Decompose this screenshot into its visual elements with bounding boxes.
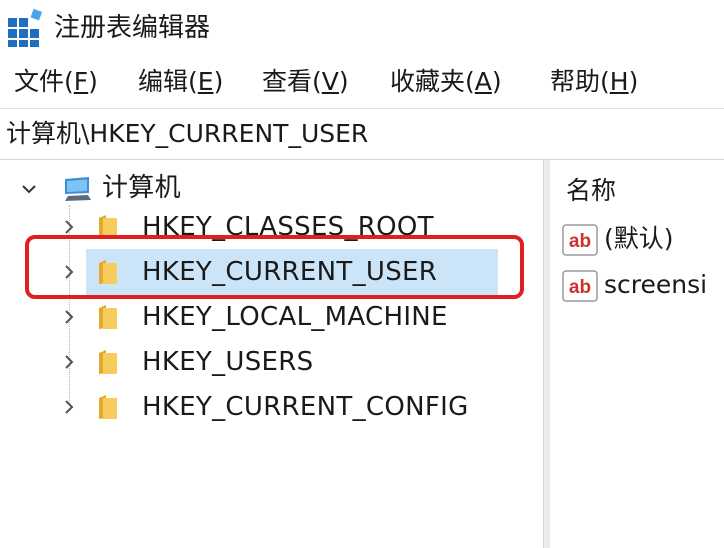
column-header-name[interactable]: 名称 <box>566 174 616 208</box>
pane-splitter[interactable] <box>543 160 550 548</box>
value-name: screensi <box>604 270 708 299</box>
folder-icon <box>99 350 117 374</box>
title-bar: 注册表编辑器 <box>0 0 724 58</box>
tree-item-label: HKEY_USERS <box>142 347 314 377</box>
chevron-right-icon[interactable] <box>62 220 76 234</box>
menu-bar: 文件(F) 编辑(E) 查看(V) 收藏夹(A) 帮助(H) <box>0 60 724 106</box>
registry-editor-icon <box>8 8 43 47</box>
tree-item-hkey-current-config[interactable]: HKEY_CURRENT_CONFIG <box>0 386 543 430</box>
menu-file[interactable]: 文件(F) <box>14 64 98 100</box>
string-value-icon: ab <box>562 270 598 302</box>
chevron-down-icon[interactable] <box>22 182 36 196</box>
chevron-right-icon[interactable] <box>62 400 76 414</box>
folder-icon <box>99 305 117 329</box>
address-path[interactable]: 计算机\HKEY_CURRENT_USER <box>6 117 368 151</box>
menu-favorites[interactable]: 收藏夹(A) <box>390 64 502 100</box>
window-title: 注册表编辑器 <box>54 13 211 43</box>
value-name: (默认) <box>604 224 674 253</box>
tree-item-label: HKEY_LOCAL_MACHINE <box>142 302 448 332</box>
menu-edit[interactable]: 编辑(E) <box>138 64 223 100</box>
annotation-highlight-box <box>25 235 524 299</box>
tree-root-label: 计算机 <box>102 173 181 203</box>
svg-text:ab: ab <box>569 231 591 252</box>
string-value-icon: ab <box>562 224 598 256</box>
value-row[interactable]: ab screensi <box>560 268 724 308</box>
chevron-right-icon[interactable] <box>62 355 76 369</box>
folder-icon <box>99 395 117 419</box>
address-bar[interactable]: 计算机\HKEY_CURRENT_USER <box>0 108 724 160</box>
value-row[interactable]: ab (默认) <box>560 222 724 262</box>
menu-view[interactable]: 查看(V) <box>262 64 349 100</box>
tree-item-hkey-local-machine[interactable]: HKEY_LOCAL_MACHINE <box>0 296 543 340</box>
tree-root-computer[interactable]: 计算机 <box>0 166 543 210</box>
tree-item-hkey-users[interactable]: HKEY_USERS <box>0 341 543 385</box>
tree-item-label: HKEY_CURRENT_CONFIG <box>142 392 469 422</box>
computer-icon <box>65 177 91 201</box>
menu-help[interactable]: 帮助(H) <box>550 64 638 100</box>
chevron-right-icon[interactable] <box>62 310 76 324</box>
svg-text:ab: ab <box>569 277 591 298</box>
values-pane[interactable]: 名称 ab (默认) ab screensi <box>550 160 724 548</box>
